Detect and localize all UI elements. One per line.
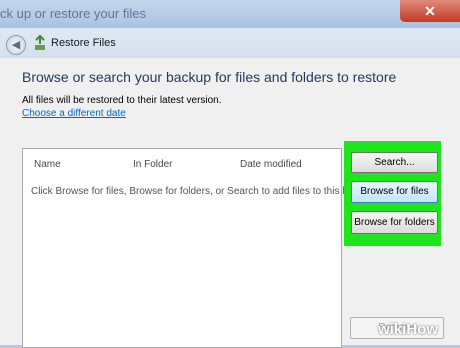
file-list[interactable] — [22, 148, 342, 348]
column-header-date-modified[interactable]: Date modified — [240, 159, 302, 170]
window-titlebar: ck up or restore your files — [0, 0, 460, 28]
wikihow-watermark: wikiHow — [378, 321, 438, 338]
browse-folders-button[interactable]: Browse for folders — [351, 211, 438, 234]
instructions-heading: Browse or search your backup for files a… — [22, 69, 397, 85]
restore-info-text: All files will be restored to their late… — [22, 95, 222, 106]
back-button[interactable]: ◀ — [6, 35, 26, 55]
page-title: Restore Files — [51, 37, 116, 49]
column-header-name[interactable]: Name — [34, 159, 61, 170]
column-header-in-folder[interactable]: In Folder — [133, 159, 172, 170]
browse-files-button[interactable]: Browse for files — [351, 181, 438, 203]
watermark-suffix: How — [406, 321, 439, 338]
close-button[interactable]: ✕ — [400, 0, 460, 22]
window-title: ck up or restore your files — [0, 6, 146, 21]
empty-list-message: Click Browse for files, Browse for folde… — [31, 186, 358, 197]
search-button[interactable]: Search... — [351, 152, 438, 173]
choose-date-link[interactable]: Choose a different date — [22, 108, 126, 119]
watermark-prefix: wiki — [378, 321, 407, 338]
back-arrow-icon: ◀ — [11, 39, 21, 51]
close-icon: ✕ — [424, 3, 436, 19]
restore-files-icon — [35, 35, 45, 50]
